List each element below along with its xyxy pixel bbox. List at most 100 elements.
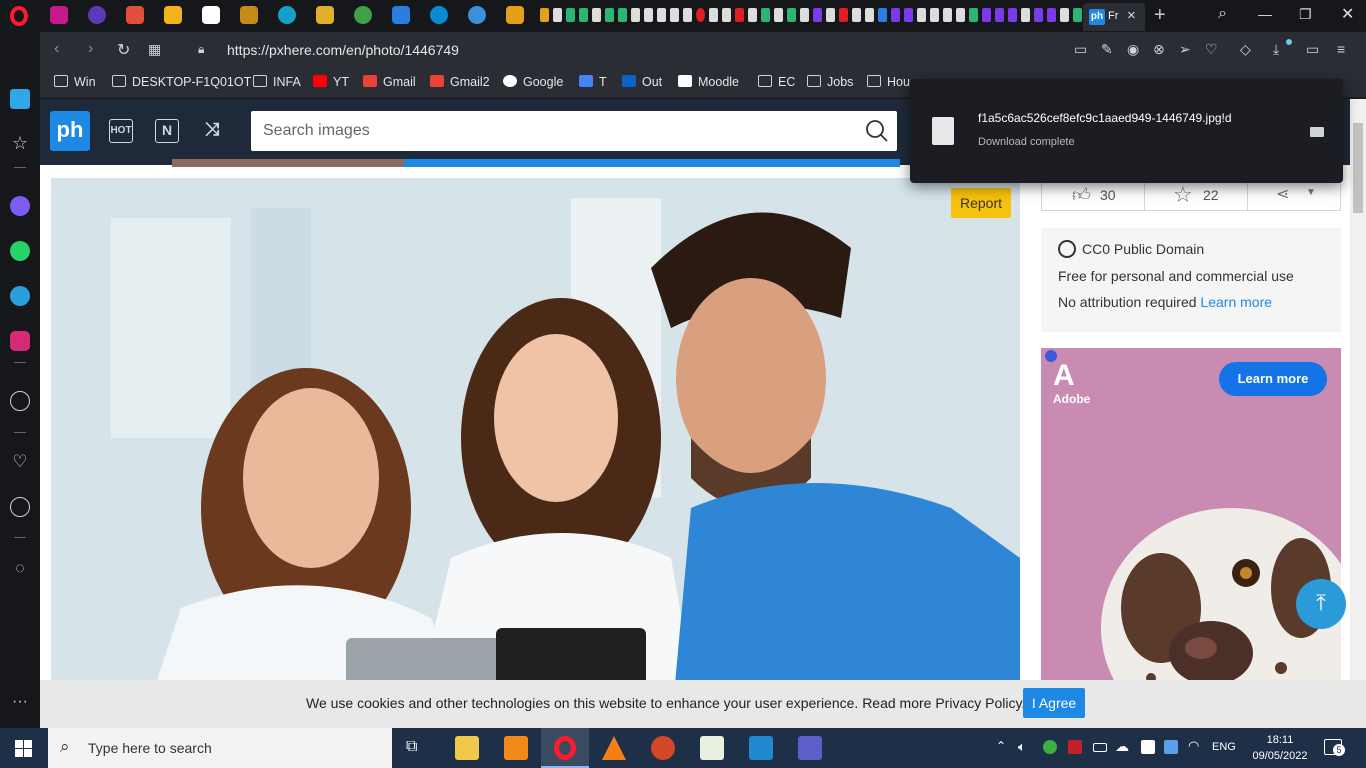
tray-app-icon[interactable] — [1141, 740, 1155, 754]
instagram-icon[interactable] — [10, 331, 30, 351]
bookmark-gmail[interactable]: Gmail — [363, 75, 416, 89]
back-icon[interactable]: ‹ — [54, 40, 59, 58]
tab-favicon[interactable] — [956, 8, 965, 22]
bookmark-infa[interactable]: INFA — [253, 75, 301, 89]
tab-favicon[interactable] — [722, 8, 731, 22]
close-tab-icon[interactable]: × — [1127, 7, 1136, 24]
tab-favicon[interactable] — [50, 6, 68, 24]
whatsapp-icon[interactable] — [10, 241, 30, 261]
tab-favicon[interactable] — [605, 8, 614, 22]
tab-favicon[interactable] — [1073, 8, 1082, 22]
adobe-ad[interactable]: A Adobe Learn more — [1041, 348, 1341, 728]
page-scrollbar[interactable] — [1350, 99, 1366, 728]
tab-favicon[interactable] — [904, 8, 913, 22]
cookie-agree-button[interactable]: I Agree — [1023, 688, 1085, 718]
star-icon[interactable]: ☆ — [10, 134, 30, 154]
bookmark-hou[interactable]: Hou — [867, 75, 910, 89]
battery-icon[interactable]: ▭ — [1306, 41, 1319, 58]
tab-favicon[interactable] — [982, 8, 991, 22]
send-icon[interactable]: ➢ — [1179, 41, 1191, 58]
reader-icon[interactable]: ▭ — [1074, 41, 1087, 58]
tab-favicon[interactable] — [566, 8, 575, 22]
tab-favicon[interactable] — [430, 6, 448, 24]
bookmark-jobs[interactable]: Jobs — [807, 75, 853, 89]
tray-app-icon[interactable] — [1068, 740, 1082, 754]
tab-grid-icon[interactable]: ▦ — [148, 41, 161, 58]
cloud-icon[interactable]: ☁ — [1115, 738, 1129, 755]
menu-icon[interactable]: ≡ — [1337, 41, 1345, 57]
reload-icon[interactable]: ↻ — [117, 40, 130, 60]
battery-tray-icon[interactable] — [1093, 743, 1107, 752]
vlc-icon[interactable] — [602, 736, 626, 760]
clock[interactable]: 18:11 09/05/2022 — [1250, 732, 1310, 764]
tab-favicon[interactable] — [579, 8, 588, 22]
tab-favicon[interactable] — [930, 8, 939, 22]
adblock-icon[interactable]: ⊗ — [1153, 41, 1165, 58]
player-icon[interactable] — [10, 391, 30, 411]
hot-icon[interactable]: HOT — [109, 119, 133, 143]
windows-start-icon[interactable] — [15, 740, 32, 757]
tab-favicon[interactable] — [592, 8, 601, 22]
bookmark-translate[interactable]: T — [579, 75, 607, 89]
restore-icon[interactable]: ❐ — [1299, 6, 1312, 23]
tab-favicon[interactable] — [540, 8, 549, 22]
tab-favicon[interactable] — [735, 8, 744, 22]
tab-favicon[interactable] — [969, 8, 978, 22]
open-folder-icon[interactable] — [1310, 127, 1324, 137]
bookmark-desktop[interactable]: DESKTOP-F1Q01OT — [112, 75, 251, 89]
tab-favicon[interactable] — [709, 8, 718, 22]
opera-logo-icon[interactable] — [10, 6, 28, 26]
tab-favicon[interactable] — [995, 8, 1004, 22]
history-icon[interactable] — [10, 497, 30, 517]
tab-favicon[interactable] — [126, 6, 144, 24]
language-indicator[interactable]: ENG — [1212, 741, 1236, 753]
share-button[interactable]: ⋖ ▼ — [1248, 179, 1340, 210]
tab-favicon[interactable] — [696, 8, 705, 22]
report-button[interactable]: Report — [951, 188, 1011, 218]
tab-favicon[interactable] — [553, 8, 562, 22]
tab-favicon[interactable] — [631, 8, 640, 22]
tab-favicon[interactable] — [644, 8, 653, 22]
download-icon[interactable]: ⤓ — [1273, 41, 1279, 58]
powerpoint-icon[interactable] — [651, 736, 675, 760]
tab-favicon[interactable] — [506, 6, 524, 24]
security-tray-icon[interactable] — [1043, 740, 1057, 754]
bookmark-outlook[interactable]: Out — [622, 75, 662, 89]
tab-favicon[interactable] — [1008, 8, 1017, 22]
bookmark-yt[interactable]: YT — [313, 75, 349, 89]
tab-favicon[interactable] — [774, 8, 783, 22]
tray-app-icon[interactable] — [1164, 740, 1178, 754]
bookmark-moodle[interactable]: Moodle — [678, 75, 739, 89]
tab-favicon[interactable] — [670, 8, 679, 22]
bookmark-ec[interactable]: EC — [758, 75, 795, 89]
favorite-button[interactable]: ☆ 22 — [1145, 179, 1248, 210]
home-icon[interactable] — [10, 89, 30, 109]
chevron-up-icon[interactable]: ⌃ — [996, 739, 1006, 753]
tab-favicon[interactable] — [468, 6, 486, 24]
tab-favicon[interactable] — [865, 8, 874, 22]
tab-favicon[interactable] — [800, 8, 809, 22]
tab-favicon[interactable] — [852, 8, 861, 22]
notification-icon[interactable]: 5 — [1324, 739, 1345, 756]
new-tab-button[interactable]: + — [1154, 4, 1166, 27]
tab-favicon[interactable] — [88, 6, 106, 24]
tab-favicon[interactable] — [813, 8, 822, 22]
tab-favicon[interactable] — [826, 8, 835, 22]
cube-icon[interactable]: ◇ — [1240, 41, 1251, 58]
active-tab[interactable]: ph Fr × — [1083, 3, 1145, 31]
minimize-icon[interactable]: — — [1258, 6, 1272, 22]
like-button[interactable]: 👍︎ 30 — [1042, 179, 1145, 210]
file-explorer-icon[interactable] — [455, 736, 479, 760]
tab-favicon[interactable] — [240, 6, 258, 24]
main-photo[interactable] — [51, 178, 1020, 728]
messenger-icon[interactable] — [10, 196, 30, 216]
tab-favicon[interactable] — [392, 6, 410, 24]
back-to-top-button[interactable]: ⤒ — [1296, 579, 1346, 629]
chart-app-icon[interactable] — [700, 736, 724, 760]
heart-icon[interactable]: ♡ — [10, 452, 30, 472]
camera-icon[interactable]: ◉ — [1127, 41, 1139, 58]
search-icon[interactable] — [865, 119, 889, 143]
site-logo[interactable]: ph — [50, 111, 90, 151]
shuffle-icon[interactable]: ⤨ — [200, 119, 224, 143]
bookmark-win[interactable]: Win — [54, 75, 96, 89]
